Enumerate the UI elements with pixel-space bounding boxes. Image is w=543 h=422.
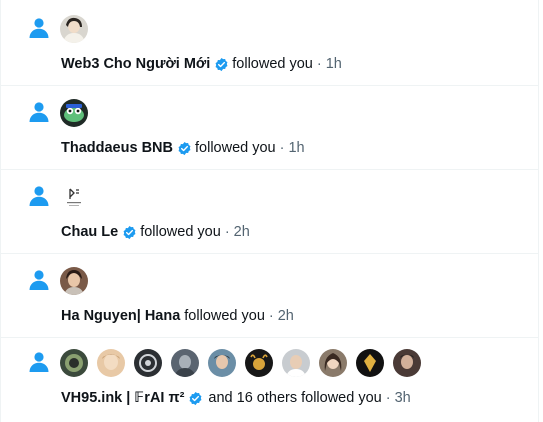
avatar[interactable] — [60, 15, 88, 43]
action-text: followed you — [184, 308, 265, 324]
notification-item[interactable]: Chau Le followed you · 2h — [1, 170, 538, 254]
avatar[interactable] — [319, 349, 347, 377]
notification-item[interactable]: Ha Nguyen| Hana followed you · 2h — [1, 254, 538, 338]
timestamp[interactable]: 1h — [288, 139, 304, 157]
avatar[interactable] — [356, 349, 384, 377]
person-icon — [29, 18, 49, 38]
timestamp[interactable]: 3h — [395, 389, 411, 407]
user-name-link[interactable]: VH95.ink | 𝔽rAI π² — [61, 389, 184, 407]
avatar[interactable] — [208, 349, 236, 377]
avatar[interactable] — [282, 349, 310, 377]
person-icon — [29, 102, 49, 122]
user-name-link[interactable]: Thaddaeus BNB — [61, 139, 173, 157]
verified-badge-icon — [215, 57, 228, 71]
notification-text: Thaddaeus BNB followed you · 1h — [61, 139, 305, 157]
timestamp[interactable]: 2h — [278, 307, 294, 325]
verified-badge-icon — [123, 225, 136, 239]
person-icon — [29, 352, 49, 372]
avatar[interactable] — [60, 183, 88, 211]
notification-text: Ha Nguyen| Hana followed you · 2h — [61, 307, 294, 325]
notification-item[interactable]: VH95.ink | 𝔽rAI π² and 16 others followe… — [1, 338, 538, 422]
separator: · — [316, 56, 322, 72]
avatar[interactable] — [60, 267, 88, 295]
timestamp[interactable]: 1h — [326, 55, 342, 73]
action-text: followed you — [232, 56, 313, 72]
notification-text: Chau Le followed you · 2h — [61, 223, 250, 241]
timestamp[interactable]: 2h — [234, 223, 250, 241]
user-name-link[interactable]: Ha Nguyen| Hana — [61, 307, 180, 325]
avatar[interactable] — [60, 349, 88, 377]
avatar[interactable] — [171, 349, 199, 377]
avatar-group — [60, 349, 421, 377]
avatar[interactable] — [393, 349, 421, 377]
action-text: followed you — [140, 224, 221, 240]
avatar[interactable] — [60, 99, 88, 127]
notification-item[interactable]: Web3 Cho Người Mới followed you · 1h — [1, 0, 538, 86]
person-icon — [29, 186, 49, 206]
notification-text: VH95.ink | 𝔽rAI π² and 16 others followe… — [61, 389, 411, 407]
person-icon — [29, 270, 49, 290]
action-text: and 16 others followed you — [208, 390, 382, 406]
separator: · — [385, 390, 391, 406]
avatar[interactable] — [134, 349, 162, 377]
avatar[interactable] — [97, 349, 125, 377]
user-name-link[interactable]: Chau Le — [61, 223, 118, 241]
verified-badge-icon — [189, 391, 202, 405]
action-text: followed you — [195, 140, 276, 156]
notifications-feed: Web3 Cho Người Mới followed you · 1h Tha… — [0, 0, 539, 422]
verified-badge-icon — [178, 141, 191, 155]
separator: · — [224, 224, 230, 240]
avatar[interactable] — [245, 349, 273, 377]
notification-item[interactable]: Thaddaeus BNB followed you · 1h — [1, 86, 538, 170]
separator: · — [279, 140, 285, 156]
user-name-link[interactable]: Web3 Cho Người Mới — [61, 55, 210, 73]
notification-text: Web3 Cho Người Mới followed you · 1h — [61, 55, 342, 73]
separator: · — [268, 308, 274, 324]
